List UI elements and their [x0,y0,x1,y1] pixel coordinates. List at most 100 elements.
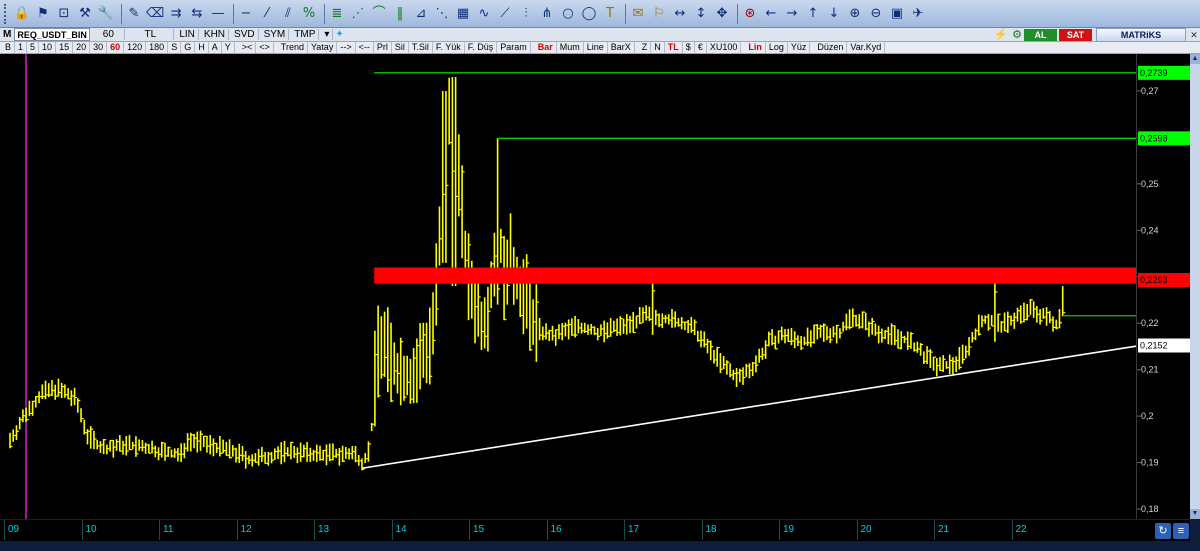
symbol-input[interactable] [14,28,91,41]
mode-button-barx[interactable]: BarX [608,42,635,53]
buy-button[interactable]: AL [1024,28,1057,41]
refresh-icon[interactable]: ↻ [1155,523,1171,539]
period-button-5[interactable]: 5 [27,42,40,53]
cycle-icon[interactable]: ∿ [475,5,493,23]
frame-icon[interactable]: ⊡ [55,5,73,23]
tool-button-1[interactable]: Yatay [308,42,338,53]
arrow-up-icon[interactable]: ↑ [804,5,822,23]
period-button-120[interactable]: 120 [124,42,147,53]
pencil-eraser-icon[interactable]: ✎ [125,5,143,23]
note-icon[interactable]: ✉ [629,5,647,23]
tool-button-9[interactable]: Param [497,42,531,53]
parallel-lines-icon[interactable]: ⇉ [167,5,185,23]
period-button-s[interactable]: S [168,42,182,53]
percent-flag-icon[interactable]: ⚑ [34,5,52,23]
gann-icon[interactable]: ⊿ [412,5,430,23]
fib-arc-icon[interactable]: ⌒ [370,5,388,23]
pitchfork-icon[interactable]: ⋔ [538,5,556,23]
period-button-30[interactable]: 30 [90,42,108,53]
move-icon[interactable]: ✥ [713,5,731,23]
scroll-down-icon[interactable]: ▼ [1190,509,1200,519]
period-button-20[interactable]: 20 [73,42,91,53]
double-arrow-icon[interactable]: ⇆ [188,5,206,23]
zoom-reset-icon[interactable]: ⊛ [741,5,759,23]
text-icon[interactable]: T [601,5,619,23]
svd-button[interactable]: SVD [231,29,259,40]
arrow-right-icon[interactable]: → [783,5,801,23]
fib-fan-icon[interactable]: ⋰ [349,5,367,23]
vertical-scrollbar[interactable]: ▲ ▼ [1190,54,1200,519]
arrow-left-icon[interactable]: ← [762,5,780,23]
regression-icon[interactable]: ⟋ [496,5,514,23]
khn-button[interactable]: KHN [201,29,230,40]
tool-button-3[interactable]: <-- [356,42,374,53]
zoom-out-icon[interactable]: ⊖ [867,5,885,23]
period-button-h[interactable]: H [195,42,209,53]
gann-fan-icon[interactable]: ⋱ [433,5,451,23]
twitter-icon[interactable]: ✦ [335,29,343,40]
tool-button-8[interactable]: F. Düş [465,42,498,53]
rocket-icon[interactable]: ✈ [909,5,927,23]
zoom-in-icon[interactable]: ⊕ [846,5,864,23]
tool-button-0[interactable]: Trend [278,42,308,53]
scale-button-log[interactable]: Log [766,42,788,53]
minus-icon[interactable]: − [237,5,255,23]
period-button-15[interactable]: 15 [56,42,74,53]
scale-button-lin[interactable]: Lin [745,42,766,53]
channel-icon[interactable]: ⫶ [517,5,535,23]
gear-icon[interactable]: ⚙ [1010,28,1024,41]
close-icon[interactable]: ✕ [1188,29,1200,41]
nav-button-0[interactable]: >< [239,42,257,53]
tools-icon[interactable]: ⚒ [76,5,94,23]
period-button-180[interactable]: 180 [146,42,169,53]
toolbar-grip[interactable] [4,3,10,24]
period-button-60[interactable]: 60 [107,42,125,53]
wrench-icon[interactable]: 🔧 [97,5,115,23]
mode-button-mum[interactable]: Mum [557,42,584,53]
extra-button-1[interactable]: Var.Kyd [847,42,886,53]
currency-button-0[interactable]: Z [639,42,652,53]
extra-button-0[interactable]: Düzen [814,42,848,53]
settings-icon[interactable]: ≡ [1173,523,1189,539]
sym-button[interactable]: SYM [261,29,290,40]
currency-button-4[interactable]: € [695,42,707,53]
price-chart[interactable] [0,54,1141,519]
tool-button-5[interactable]: Sil [392,42,409,53]
currency-field[interactable]: TL [127,29,175,40]
mode-button-bar[interactable]: Bar [535,42,557,53]
fan-lines-icon[interactable]: ⫽ [279,5,297,23]
tool-button-4[interactable]: Prl [374,42,392,53]
period-button-y[interactable]: Y [222,42,235,53]
arrows-h-icon[interactable]: ↔ [671,5,689,23]
scale-button-yüz[interactable]: Yüz [788,42,811,53]
nav-button-1[interactable]: <> [256,42,274,53]
period-button-10[interactable]: 10 [39,42,57,53]
arrow-down-icon[interactable]: ↓ [825,5,843,23]
period-button-1[interactable]: 1 [15,42,28,53]
mode-button-line[interactable]: Line [584,42,608,53]
fibonacci-icon[interactable]: ≣ [328,5,346,23]
ellipse-icon[interactable]: ◯ [580,5,598,23]
currency-button-5[interactable]: XU100 [707,42,742,53]
period-field[interactable]: 60 [92,29,126,40]
trend-lines-icon[interactable]: ⁄ [258,5,276,23]
period-button-a[interactable]: A [209,42,222,53]
flag-icon[interactable]: ⚐ [650,5,668,23]
sell-button[interactable]: SAT [1059,28,1092,41]
dropdown-button[interactable]: ▾ [321,29,334,40]
dash-icon[interactable]: — [209,5,227,23]
fib-time-icon[interactable]: ‖ [391,5,409,23]
tool-button-7[interactable]: F. Yük [433,42,465,53]
tool-button-6[interactable]: T.Sil [409,42,433,53]
gann-box-icon[interactable]: ▦ [454,5,472,23]
currency-button-1[interactable]: N [651,42,665,53]
circle-icon[interactable]: ○ [559,5,577,23]
currency-button-2[interactable]: TL [665,42,683,53]
bolt-icon[interactable]: ⚡ [992,28,1010,41]
currency-button-3[interactable]: $ [683,42,695,53]
arrows-v-icon[interactable]: ↕ [692,5,710,23]
scroll-up-icon[interactable]: ▲ [1190,54,1200,64]
lock-icon[interactable]: 🔒 [13,5,31,23]
tmp-button[interactable]: TMP [291,29,320,40]
image-icon[interactable]: ▣ [888,5,906,23]
